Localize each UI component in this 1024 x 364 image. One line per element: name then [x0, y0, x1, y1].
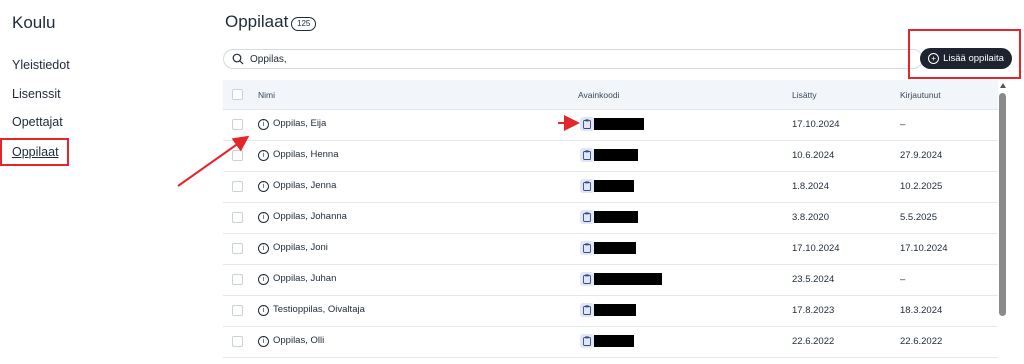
info-icon[interactable]: i	[258, 305, 269, 316]
row-checkbox[interactable]	[232, 274, 243, 285]
info-icon[interactable]: i	[258, 274, 269, 285]
redacted-key-code	[594, 211, 638, 223]
annotation-highlight-box	[0, 138, 69, 166]
scroll-up-arrow-icon[interactable]	[1000, 83, 1006, 88]
added-date: 1.8.2024	[792, 181, 829, 192]
plus-circle-icon: +	[928, 53, 940, 64]
redacted-key-code	[594, 149, 638, 161]
add-students-button[interactable]: + Lisää oppilaita	[920, 48, 1012, 69]
redacted-key-code	[594, 180, 634, 192]
student-name[interactable]: Oppilas, Henna	[273, 149, 338, 160]
table-row[interactable]: i Oppilas, Olli 22.6.2022 22.6.2022	[223, 326, 998, 358]
added-date: 17.8.2023	[792, 305, 835, 316]
info-icon[interactable]: i	[258, 150, 269, 161]
logged-in-date: 17.10.2024	[900, 243, 948, 254]
students-table: Nimi Avainkoodi Lisätty Kirjautunut i Op…	[223, 80, 998, 364]
clipboard-icon	[583, 181, 591, 191]
clipboard-icon	[583, 274, 591, 284]
added-date: 22.6.2022	[792, 336, 835, 347]
redacted-key-code	[594, 242, 636, 254]
vertical-scrollbar[interactable]	[998, 80, 1008, 364]
student-name[interactable]: Oppilas, Juhan	[273, 273, 336, 284]
info-icon[interactable]: i	[258, 212, 269, 223]
student-name[interactable]: Testioppilas, Oivaltaja	[273, 304, 365, 315]
redacted-key-code	[594, 118, 644, 130]
student-name[interactable]: Oppilas, Johanna	[273, 211, 347, 222]
add-students-label: Lisää oppilaita	[943, 53, 1004, 64]
sidebar-item-opettajat[interactable]: Opettajat	[12, 115, 63, 129]
scroll-thumb[interactable]	[999, 93, 1006, 316]
clipboard-icon	[583, 150, 591, 160]
table-row[interactable]: i Oppilas, Jenna 1.8.2024 10.2.2025	[223, 171, 998, 203]
table-row[interactable]: i Oppilas, Johanna 3.8.2020 5.5.2025	[223, 202, 998, 234]
select-all-checkbox[interactable]	[232, 89, 243, 100]
copy-key-code-button[interactable]	[580, 241, 594, 255]
logged-in-date: –	[900, 274, 906, 285]
student-name[interactable]: Oppilas, Joni	[273, 242, 328, 253]
redacted-key-code	[594, 273, 662, 285]
table-row[interactable]: i Oppilas, Juhan 23.5.2024 –	[223, 264, 998, 296]
student-name[interactable]: Oppilas, Olli	[273, 335, 324, 346]
clipboard-icon	[583, 212, 591, 222]
search-value: Oppilas,	[250, 54, 287, 65]
row-checkbox[interactable]	[232, 150, 243, 161]
row-checkbox[interactable]	[232, 212, 243, 223]
added-date: 23.5.2024	[792, 274, 835, 285]
copy-key-code-button[interactable]	[580, 334, 594, 348]
row-checkbox[interactable]	[232, 336, 243, 347]
table-row[interactable]: i Testioppilas, Oivaltaja 17.8.2023 18.3…	[223, 295, 998, 327]
clipboard-icon	[583, 305, 591, 315]
student-name[interactable]: Oppilas, Eija	[273, 118, 326, 129]
page-title: Oppilaat	[225, 12, 289, 31]
added-date: 17.10.2024	[792, 243, 840, 254]
row-checkbox[interactable]	[232, 119, 243, 130]
redacted-key-code	[594, 335, 634, 347]
sidebar-item-lisenssit[interactable]: Lisenssit	[12, 87, 61, 101]
clipboard-icon	[583, 243, 591, 253]
table-header: Nimi Avainkoodi Lisätty Kirjautunut	[223, 80, 998, 110]
clipboard-icon	[583, 119, 591, 129]
row-checkbox[interactable]	[232, 181, 243, 192]
info-icon[interactable]: i	[258, 181, 269, 192]
logged-in-date: 27.9.2024	[900, 150, 943, 161]
copy-key-code-button[interactable]	[580, 210, 594, 224]
sidebar-item-yleistiedot[interactable]: Yleistiedot	[12, 58, 70, 72]
copy-key-code-button[interactable]	[580, 179, 594, 193]
column-header-name[interactable]: Nimi	[258, 90, 275, 100]
table-row[interactable]: i Oppilas, Eija 17.10.2024 –	[223, 109, 998, 141]
sidebar-title: Koulu	[12, 13, 56, 32]
column-header-key-code[interactable]: Avainkoodi	[578, 90, 619, 100]
copy-key-code-button[interactable]	[580, 117, 594, 131]
search-icon	[232, 53, 244, 65]
count-badge: 125	[291, 17, 317, 31]
added-date: 10.6.2024	[792, 150, 835, 161]
info-icon[interactable]: i	[258, 336, 269, 347]
info-icon[interactable]: i	[258, 119, 269, 130]
copy-key-code-button[interactable]	[580, 303, 594, 317]
clipboard-icon	[583, 336, 591, 346]
redacted-key-code	[594, 304, 636, 316]
added-date: 17.10.2024	[792, 119, 840, 130]
row-checkbox[interactable]	[232, 305, 243, 316]
table-row[interactable]: i Oppilas, Joni 17.10.2024 17.10.2024	[223, 233, 998, 265]
logged-in-date: 18.3.2024	[900, 305, 943, 316]
logged-in-date: –	[900, 119, 906, 130]
search-input[interactable]: Oppilas,	[223, 49, 923, 69]
copy-key-code-button[interactable]	[580, 148, 594, 162]
logged-in-date: 5.5.2025	[900, 212, 937, 223]
column-header-added[interactable]: Lisätty	[792, 90, 817, 100]
added-date: 3.8.2020	[792, 212, 829, 223]
table-row[interactable]: i Oppilas, Henna 10.6.2024 27.9.2024	[223, 140, 998, 172]
logged-in-date: 10.2.2025	[900, 181, 943, 192]
logged-in-date: 22.6.2022	[900, 336, 943, 347]
column-header-logged-in[interactable]: Kirjautunut	[900, 90, 941, 100]
info-icon[interactable]: i	[258, 243, 269, 254]
copy-key-code-button[interactable]	[580, 272, 594, 286]
row-checkbox[interactable]	[232, 243, 243, 254]
student-name[interactable]: Oppilas, Jenna	[273, 180, 336, 191]
